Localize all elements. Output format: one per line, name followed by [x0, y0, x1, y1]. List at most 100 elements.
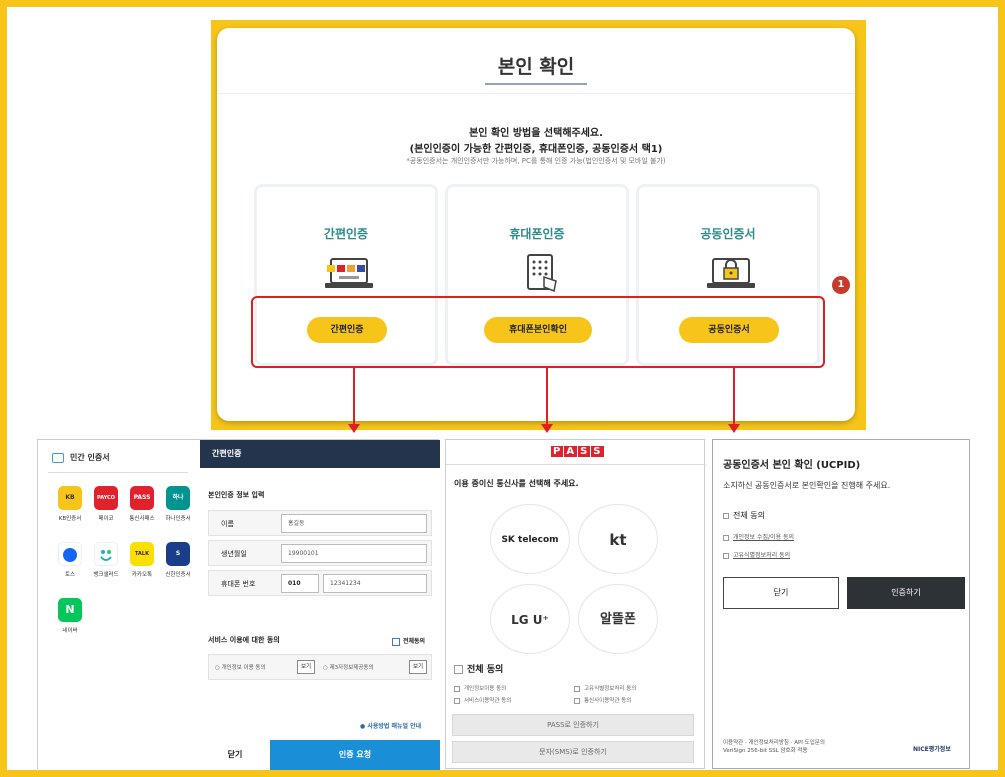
view-button[interactable]: 보기: [297, 660, 315, 674]
title-divider: [217, 93, 855, 94]
logo-letter: S: [578, 446, 591, 457]
section-title: 본인인증 정보 입력: [208, 491, 265, 499]
close-button[interactable]: 닫기: [200, 740, 270, 770]
logo-letter: S: [591, 446, 604, 457]
simple-auth-form: 간편인증 본인인증 정보 입력 이름 홍길동 생년월일 19900101 휴대폰…: [200, 440, 440, 770]
panel-desc: 소지하신 공동인증서로 본인확인을 진행해 주세요.: [723, 481, 891, 490]
checkbox-icon: [392, 637, 400, 646]
logo-letter: P: [551, 446, 564, 457]
guide-label: 사용방법 매뉴얼 안내: [367, 723, 422, 730]
agree-item-label: 제3자정보제공동의: [329, 665, 374, 671]
divider: [446, 464, 706, 465]
checkbox-icon: [454, 685, 460, 692]
instruction-text: 본인 확인 방법을 선택해주세요.: [469, 128, 603, 139]
all-agree-checkbox[interactable]: 전체 동의: [454, 662, 503, 675]
all-agree-checkbox[interactable]: 전체 동의: [723, 510, 765, 521]
app-pass[interactable]: PASS 통신사패스: [124, 486, 160, 522]
manual-guide-link[interactable]: ● 사용방법 매뉴얼 안내: [360, 721, 421, 730]
kb-icon: KB: [58, 486, 82, 510]
private-cert-header: 민간 인증서: [52, 452, 110, 463]
name-label: 이름: [221, 520, 234, 528]
agree-option[interactable]: 서비스이용약관 동의: [454, 696, 511, 704]
joint-cert-panel: 공동인증서 본인 확인 (UCPID) 소지하신 공동인증서로 본인확인을 진행…: [712, 439, 970, 769]
app-label: 네이버: [62, 628, 78, 634]
shinhan-icon: S: [166, 542, 190, 566]
certificate-note: *공동인증서는 개인인증서만 가능하며, PC를 통해 인증 가능(법인인증서 …: [406, 157, 666, 165]
option-label: 공동인증서: [700, 227, 756, 241]
step-badge: 1: [832, 276, 850, 294]
carrier-lgu-button[interactable]: LG U⁺: [490, 584, 570, 654]
checkbox-icon: [723, 512, 729, 519]
connector-line: [733, 368, 735, 426]
agree-option[interactable]: 고유식별정보처리 동의: [723, 550, 790, 559]
birth-row: 생년월일 19900101: [208, 540, 432, 566]
card-icon: [52, 452, 64, 463]
birth-label: 생년월일: [221, 550, 247, 558]
carrier-question: 이용 중이신 통신사를 선택해 주세요.: [454, 479, 579, 488]
app-hana[interactable]: 하나 하나인증서: [160, 486, 196, 522]
carrier-skt-button[interactable]: SK telecom: [490, 504, 570, 574]
app-toss[interactable]: 토스: [52, 542, 88, 578]
all-agree-label: 전체 동의: [733, 511, 765, 520]
agree-option[interactable]: 개인정보 수집/이용 동의: [723, 532, 794, 541]
kakaotalk-icon: TALK: [130, 542, 154, 566]
naver-icon: N: [58, 598, 82, 622]
agree-item[interactable]: ○ 개인정보 이용 동의: [215, 663, 266, 671]
ssl-note: VeriSign 256-bit SSL 암호화 적용: [723, 748, 808, 754]
agree-item[interactable]: ○ 제3자정보제공동의: [323, 663, 374, 671]
agree-option[interactable]: 고유식별정보처리 동의: [574, 684, 636, 692]
checkbox-icon: [454, 697, 460, 704]
app-banksalad[interactable]: 뱅크샐러드: [88, 542, 124, 578]
app-label: 페이코: [98, 516, 114, 522]
phone-label: 휴대폰 번호: [221, 580, 256, 588]
agree-option-label: 고유식별정보처리 동의: [584, 686, 637, 692]
app-payco[interactable]: PAYCO 페이코: [88, 486, 124, 522]
agree-all-checkbox[interactable]: 전체동의: [392, 636, 425, 646]
phone-prefix-select[interactable]: 010: [281, 574, 319, 593]
checkbox-icon: [723, 534, 729, 541]
footer-links: 이용약관 · 개인정보처리방침 · API 도입문의: [723, 740, 825, 746]
panel-title: 공동인증서 본인 확인 (UCPID): [723, 460, 861, 471]
app-kakaotalk[interactable]: TALK 카카오톡: [124, 542, 160, 578]
sms-auth-button[interactable]: 문자(SMS)로 인증하기: [452, 741, 694, 763]
app-shinhan[interactable]: S 신한인증서: [160, 542, 196, 578]
app-label: 카카오톡: [131, 572, 153, 578]
checkbox-icon: [574, 697, 580, 704]
option-label: 간편인증: [323, 227, 369, 241]
arrow-down-icon: [541, 424, 553, 433]
phone-keypad-icon: [527, 254, 557, 293]
pass-auth-button[interactable]: PASS로 인증하기: [452, 714, 694, 736]
app-label: 신한인증서: [165, 572, 191, 578]
agree-option-label: 개인정보이용 동의: [464, 686, 507, 692]
carrier-kt-button[interactable]: kt: [578, 504, 658, 574]
carrier-mvno-button[interactable]: 알뜰폰: [578, 584, 658, 654]
name-field[interactable]: 홍길동: [281, 514, 427, 533]
view-button[interactable]: 보기: [409, 660, 427, 674]
app-label: 통신사패스: [129, 516, 155, 522]
banksalad-icon: [94, 542, 118, 566]
simple-auth-panel: 민간 인증서 KB KB인증서 PAYCO 페이코 PASS 통신사패스 하나 …: [37, 439, 440, 770]
arrow-down-icon: [348, 424, 360, 433]
agree-box: ○ 개인정보 이용 동의 보기 ○ 제3자정보제공동의 보기: [208, 654, 432, 680]
highlight-box: [251, 296, 825, 368]
connector-line: [546, 368, 548, 426]
request-auth-button[interactable]: 인증 요청: [270, 740, 440, 770]
agree-option[interactable]: 개인정보이용 동의: [454, 684, 506, 692]
hana-icon: 하나: [166, 486, 190, 510]
app-kb[interactable]: KB KB인증서: [52, 486, 88, 522]
page-title: 본인 확인: [497, 56, 575, 78]
checkbox-icon: [723, 552, 729, 559]
authenticate-button[interactable]: 인증하기: [847, 577, 965, 609]
agree-option[interactable]: 통신사이용약관 동의: [574, 696, 631, 704]
name-row: 이름 홍길동: [208, 510, 432, 536]
app-label: 뱅크샐러드: [93, 572, 119, 578]
phone-row: 휴대폰 번호 010 12341234: [208, 570, 432, 596]
phone-field[interactable]: 12341234: [323, 574, 427, 593]
birth-field[interactable]: 19900101: [281, 544, 427, 563]
toss-icon: [58, 542, 82, 566]
nice-logo: NICE평가정보: [913, 746, 951, 753]
app-naver[interactable]: N 네이버: [52, 598, 88, 634]
agree-title: 서비스 이용에 대한 동의: [208, 636, 280, 644]
close-button[interactable]: 닫기: [723, 577, 839, 609]
agree-option-label: 통신사이용약관 동의: [584, 698, 632, 704]
